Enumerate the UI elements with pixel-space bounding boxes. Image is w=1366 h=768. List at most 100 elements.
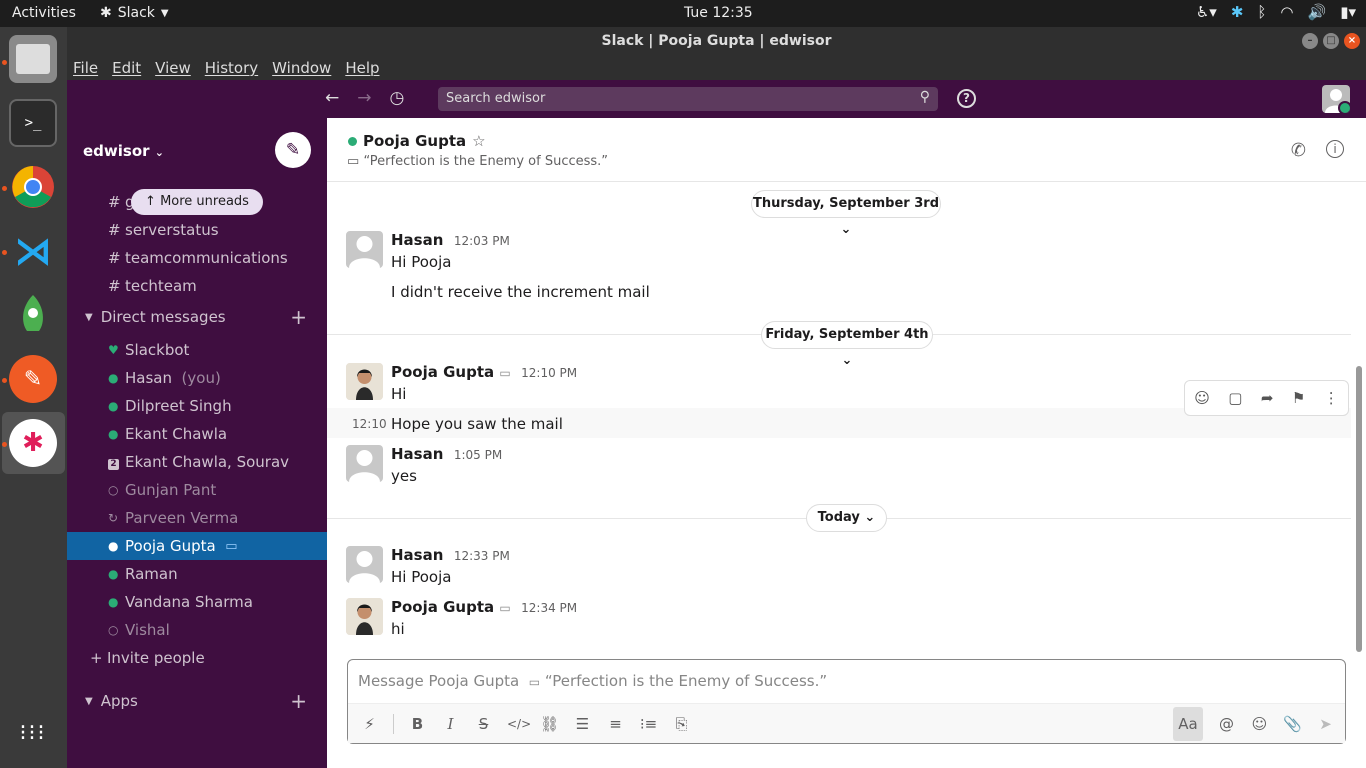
reply-thread-icon[interactable]: ▢ [1228,389,1242,407]
share-icon[interactable]: ➦ [1261,389,1274,407]
link-icon[interactable]: ⛓ [540,715,559,733]
history-clock-icon[interactable]: ◷ [390,88,405,108]
more-unreads-button[interactable]: ↑ More unreads [131,189,263,215]
message-author[interactable]: Hasan 12:03 PM [391,231,510,249]
send-icon[interactable]: ➤ [1316,715,1335,733]
activities-button[interactable]: Activities [12,5,76,21]
back-arrow-icon[interactable]: ← [325,88,339,108]
menu-file[interactable]: File [73,59,98,77]
ordered-list-icon[interactable]: ☰ [573,715,592,733]
close-icon[interactable]: × [1344,33,1360,49]
sidebar-item-serverstatus[interactable]: # serverstatus [67,216,327,244]
compose-button[interactable]: ✎ [275,132,311,168]
chrome-app-icon[interactable] [9,163,57,211]
avatar[interactable] [346,445,383,482]
mention-icon[interactable]: @ [1217,715,1236,733]
sidebar-item-dilpreet-singh[interactable]: ● Dilpreet Singh [67,392,327,420]
wifi-icon[interactable]: ◠ [1280,3,1293,21]
scrollbar[interactable] [1356,366,1362,652]
volume-icon[interactable]: 🔊 [1308,3,1327,21]
emoji-icon[interactable]: ☺ [1250,715,1269,733]
message-time[interactable]: 12:10 PM [521,366,577,380]
message-author[interactable]: Pooja Gupta ▭ 12:34 PM [391,598,577,616]
clock[interactable]: Tue 12:35 [684,5,753,21]
sidebar-item-techteam[interactable]: # techteam [67,272,327,300]
message-author[interactable]: Pooja Gupta ▭ 12:10 PM [391,363,577,381]
menu-edit[interactable]: Edit [112,59,141,77]
phone-icon[interactable]: ✆ [1291,140,1306,161]
minimize-icon[interactable]: – [1302,33,1318,49]
message-author[interactable]: Hasan 12:33 PM [391,546,510,564]
sidebar-item-raman[interactable]: ● Raman [67,560,327,588]
message-time[interactable]: 12:34 PM [521,601,577,615]
sidebar-item-parveen-verma[interactable]: ↻ Parveen Verma [67,504,327,532]
slack-tray-icon[interactable]: ✱ [1231,3,1244,21]
menu-help[interactable]: Help [345,59,379,77]
strikethrough-icon[interactable]: S [474,715,493,733]
star-icon[interactable]: ☆ [472,132,485,150]
code-block-icon[interactable]: ⎘ [672,715,691,733]
help-icon[interactable]: ? [957,89,976,108]
info-icon[interactable]: i [1326,140,1344,158]
message-time[interactable]: 1:05 PM [454,448,502,462]
bluetooth-icon[interactable]: ᛒ [1257,3,1266,21]
message-author[interactable]: Hasan 1:05 PM [391,445,502,463]
terminal-app-icon[interactable]: >_ [9,99,57,147]
italic-icon[interactable]: I [441,715,460,733]
add-reaction-icon[interactable]: ☺ [1194,389,1210,407]
add-dm-icon[interactable]: + [290,305,307,329]
more-actions-icon[interactable]: ⋮ [1324,389,1339,407]
message-time[interactable]: 12:33 PM [454,549,510,563]
date-divider-thursday[interactable]: Thursday, September 3rd ⌄ [751,190,941,237]
formatting-toggle-button[interactable]: Aa [1173,707,1203,741]
workspace-menu[interactable]: edwisor ⌄ [83,142,164,160]
menu-history[interactable]: History [205,59,258,77]
direct-messages-section[interactable]: ▼ Direct messages + [85,305,307,329]
date-divider-today[interactable]: Today ⌄ [806,504,887,532]
accessibility-icon[interactable]: ♿▾ [1196,3,1217,21]
search-input[interactable]: Search edwisor ⚲ [438,87,938,111]
avatar[interactable] [346,546,383,583]
sidebar-item-vishal[interactable]: ○ Vishal [67,616,327,644]
files-app-icon[interactable] [9,35,57,83]
date-divider-friday[interactable]: Friday, September 4th ⌄ [761,321,933,368]
avatar[interactable] [346,598,383,635]
menu-view[interactable]: View [155,59,191,77]
slack-app-icon[interactable]: ✱ [9,419,57,467]
sidebar-item-gunjan-pant[interactable]: ○ Gunjan Pant [67,476,327,504]
bookmark-icon[interactable]: ⚑ [1292,389,1305,407]
battery-icon[interactable]: ▮▾ [1340,3,1356,21]
sidebar-item-ekant-chawla[interactable]: ● Ekant Chawla [67,420,327,448]
avatar[interactable] [346,231,383,268]
code-icon[interactable]: </> [507,717,531,731]
message-time[interactable]: 12:10 [352,417,387,431]
maximize-icon[interactable]: □ [1323,33,1339,49]
menu-window[interactable]: Window [272,59,331,77]
attachment-icon[interactable]: 📎 [1283,715,1302,733]
avatar[interactable] [346,363,383,400]
invite-people-button[interactable]: + Invite people [67,644,327,672]
bulleted-list-icon[interactable]: ≡ [606,715,625,733]
add-app-icon[interactable]: + [290,689,307,713]
bold-icon[interactable]: B [408,715,427,733]
sidebar-item-group-dm[interactable]: 2 Ekant Chawla, Sourav [67,448,327,476]
channel-title[interactable]: Pooja Gupta ☆ [348,132,486,150]
sidebar-item-slackbot[interactable]: ♥ Slackbot [67,336,327,364]
user-avatar[interactable] [1322,85,1350,113]
shortcuts-lightning-icon[interactable]: ⚡ [360,715,379,733]
vscode-app-icon[interactable]: ⋊ [9,227,57,275]
sidebar-item-pooja-gupta[interactable]: ● Pooja Gupta ▭ [67,532,327,560]
sidebar-item-teamcommunications[interactable]: # teamcommunications [67,244,327,272]
message-input[interactable]: Message Pooja Gupta ▭ “Perfection is the… [358,672,827,690]
sidebar-item-hasan[interactable]: ● Hasan (you) [67,364,327,392]
apps-section[interactable]: ▼ Apps + [85,689,307,713]
show-applications-icon[interactable]: ⁝⁝⁝ [9,709,57,757]
sidebar-item-vandana-sharma[interactable]: ● Vandana Sharma [67,588,327,616]
postman-app-icon[interactable]: ✎ [9,355,57,403]
forward-arrow-icon[interactable]: → [357,88,371,108]
app-menu[interactable]: ✱ Slack ▼ [100,5,169,21]
launcher-app-icon[interactable] [9,291,57,339]
blockquote-icon[interactable]: ⁝≡ [639,715,658,733]
message-time[interactable]: 12:03 PM [454,234,510,248]
window-title-bar[interactable]: Slack | Pooja Gupta | edwisor – □ × [67,27,1366,55]
